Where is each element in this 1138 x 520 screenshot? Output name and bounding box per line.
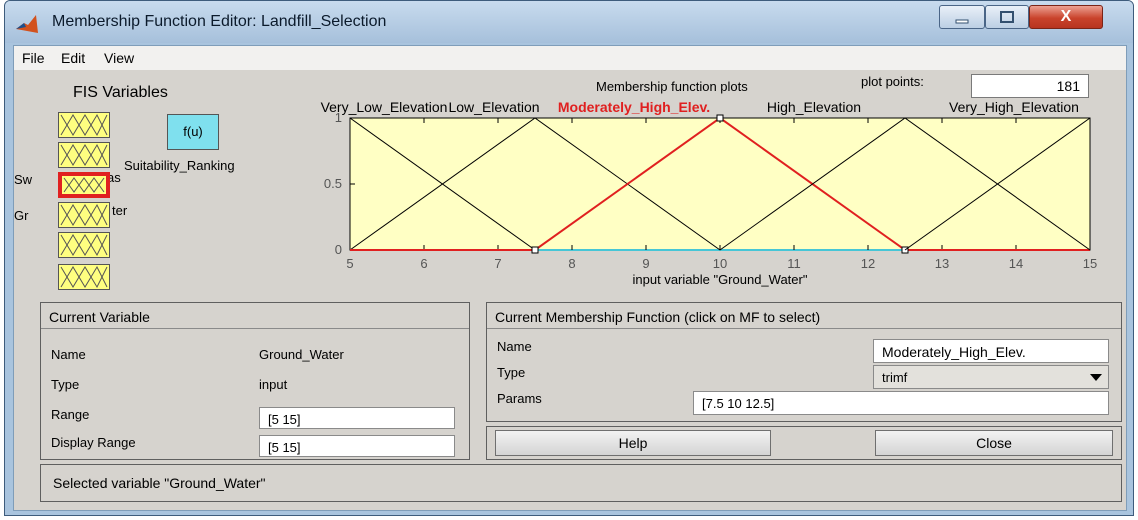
cv-name-label: Name: [51, 347, 86, 362]
mf-glyph-icon: [60, 143, 108, 167]
input-variable-block-1[interactable]: [58, 112, 110, 138]
x-tick-label: 9: [642, 256, 649, 271]
input-variable-block-2[interactable]: [58, 142, 110, 168]
mf-handle[interactable]: [531, 246, 539, 254]
close-button[interactable]: Close: [875, 430, 1113, 456]
current-mf-header: Current Membership Function (click on MF…: [487, 303, 1121, 329]
menu-bar: File Edit View: [14, 46, 1126, 71]
menu-edit[interactable]: Edit: [61, 50, 85, 66]
mf-name-input[interactable]: Moderately_High_Elev.: [873, 339, 1109, 363]
mf-type-label: Type: [497, 365, 526, 380]
input-variable-ground-water[interactable]: [58, 172, 110, 198]
x-tick-label: 12: [861, 256, 875, 271]
mf-label[interactable]: Very_High_Elevation: [949, 99, 1079, 115]
chevron-down-icon: [1090, 374, 1102, 381]
mf-glyph-icon: [60, 113, 108, 137]
mf-plot[interactable]: 5 6 7 8 9 10 11 12 13 14 1500.51Very_Low_Elevation…: [254, 96, 1114, 296]
mf-handle[interactable]: [716, 114, 724, 122]
fis-variables-title: FIS Variables: [73, 84, 168, 101]
range-input[interactable]: [5 15]: [259, 407, 455, 429]
close-icon: X: [1060, 8, 1072, 25]
x-tick-label: 8: [568, 256, 575, 271]
x-tick-label: 14: [1009, 256, 1023, 271]
mf-glyph-icon: [60, 233, 108, 257]
close-window-button[interactable]: X: [1029, 5, 1103, 29]
maximize-icon: [1000, 11, 1014, 23]
minimize-icon: [955, 19, 969, 24]
current-variable-panel: Current Variable Name Ground_Water Type …: [40, 302, 470, 460]
mf-label[interactable]: High_Elevation: [767, 99, 861, 115]
menu-file[interactable]: File: [22, 50, 45, 66]
variable-label-sw: Sw: [14, 172, 33, 187]
status-bar: Selected variable "Ground_Water": [40, 464, 1122, 502]
plot-area: [349, 117, 1091, 251]
display-range-input[interactable]: [5 15]: [259, 435, 455, 457]
mf-label[interactable]: Moderately_High_Elev.: [558, 99, 710, 115]
x-tick-label: 7: [494, 256, 501, 271]
mf-label[interactable]: Very_Low_Elevation: [321, 99, 448, 115]
x-tick-label: 5: [346, 256, 353, 271]
variable-label-ter: ter: [112, 203, 128, 218]
cv-display-range-label: Display Range: [51, 435, 136, 450]
client-area: File Edit View FIS Variables f(u) Suitab…: [13, 45, 1127, 511]
mf-type-value: trimf: [882, 370, 908, 385]
window-title: Membership Function Editor: Landfill_Sel…: [52, 13, 387, 30]
mf-name-label: Name: [497, 339, 532, 354]
help-button[interactable]: Help: [495, 430, 771, 456]
mf-type-select[interactable]: trimf: [873, 365, 1109, 389]
mf-params-input[interactable]: [7.5 10 12.5]: [693, 391, 1109, 415]
title-bar[interactable]: Membership Function Editor: Landfill_Sel…: [5, 1, 1133, 43]
input-variable-block-4[interactable]: [58, 202, 110, 228]
x-tick-label: 13: [935, 256, 949, 271]
current-mf-panel: Current Membership Function (click on MF…: [486, 302, 1122, 422]
mf-editor-window: Membership Function Editor: Landfill_Sel…: [4, 0, 1134, 516]
menu-view[interactable]: View: [104, 50, 134, 66]
x-tick-label: 6: [420, 256, 427, 271]
x-tick-label: 10: [713, 256, 727, 271]
minimize-button[interactable]: [939, 5, 985, 29]
output-variable-block[interactable]: f(u): [167, 114, 219, 150]
variable-label-gr: Gr: [14, 208, 29, 223]
mf-params-label: Params: [497, 391, 542, 406]
mf-glyph-icon: [60, 265, 108, 289]
x-tick-label: 15: [1083, 256, 1097, 271]
mf-glyph-icon: [63, 177, 105, 193]
plot-points-label: plot points:: [861, 74, 924, 89]
button-panel: Help Close: [486, 426, 1122, 460]
matlab-icon: [16, 15, 38, 33]
mf-glyph-icon: [60, 203, 108, 227]
cv-range-label: Range: [51, 407, 90, 422]
y-tick-label: 0: [335, 242, 342, 257]
cv-name-value: Ground_Water: [259, 347, 344, 362]
x-tick-label: 11: [787, 256, 801, 271]
input-variable-block-5[interactable]: [58, 232, 110, 258]
y-tick-label: 0.5: [324, 176, 342, 191]
mf-label[interactable]: Low_Elevation: [448, 99, 539, 115]
current-variable-header: Current Variable: [41, 303, 469, 329]
maximize-button[interactable]: [985, 5, 1029, 29]
plot-title: Membership function plots: [596, 79, 748, 94]
cv-type-value: input: [259, 377, 288, 392]
input-variable-block-6[interactable]: [58, 264, 110, 290]
x-axis-label: input variable "Ground_Water": [633, 272, 808, 287]
plot-points-input[interactable]: 181: [971, 74, 1089, 98]
fis-area: FIS Variables f(u) Suitability_Ranking S…: [14, 70, 1126, 302]
cv-type-label: Type: [51, 377, 80, 392]
output-variable-label: Suitability_Ranking: [124, 158, 235, 173]
